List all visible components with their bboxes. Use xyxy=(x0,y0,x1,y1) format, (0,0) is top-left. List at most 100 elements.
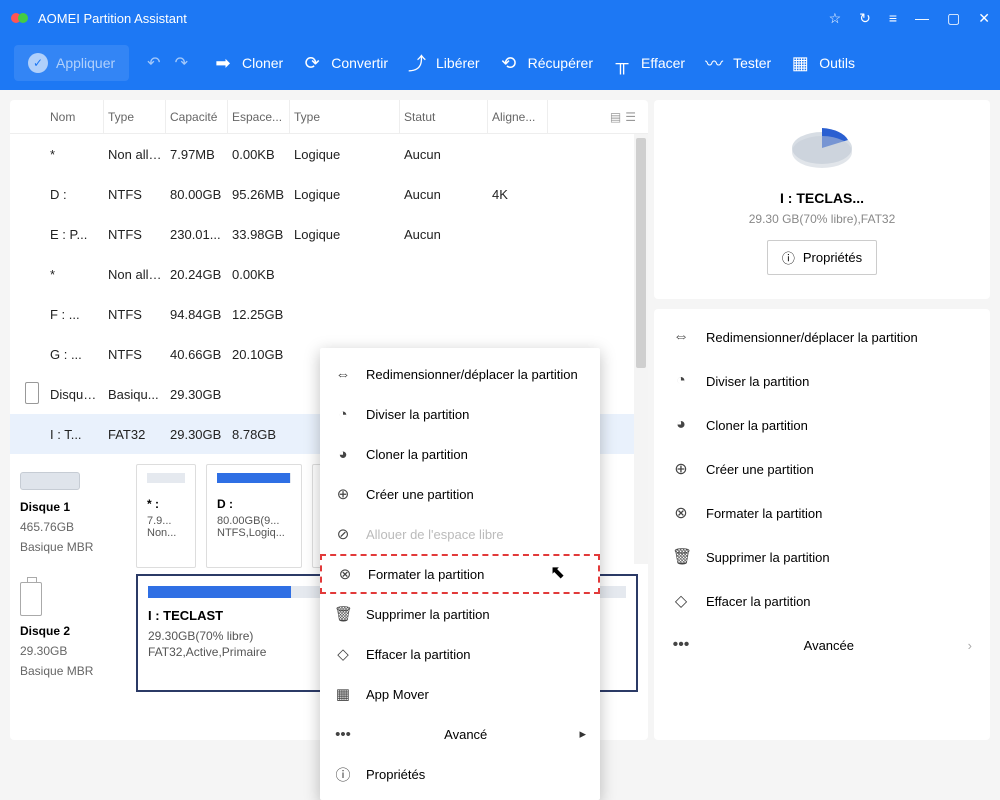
col-type[interactable]: Type xyxy=(104,100,166,133)
column-header: Nom Type Capacité Espace... Type Statut … xyxy=(10,100,648,134)
app-logo-icon xyxy=(10,8,30,28)
undo-icon[interactable]: ↶ xyxy=(147,53,160,73)
title-bar: AOMEI Partition Assistant ☆ ↻ ≡ — ▢ ✕ xyxy=(0,0,1000,36)
view-grid-icon[interactable]: ▤ xyxy=(610,110,621,124)
refresh-icon[interactable]: ↻ xyxy=(859,10,871,27)
main-panel: Nom Type Capacité Espace... Type Statut … xyxy=(10,100,648,740)
menu-item-icon: ⊗ xyxy=(336,565,354,583)
side-action-item[interactable]: •••Avancée› xyxy=(654,623,990,667)
test-icon: 〰 xyxy=(703,52,725,74)
menu-item-icon: ▦ xyxy=(334,685,352,703)
tool-outils[interactable]: ▦Outils xyxy=(789,52,855,74)
context-menu-item[interactable]: ◇Effacer la partition xyxy=(320,634,600,674)
side-panel: I : TECLAS... 29.30 GB(70% libre),FAT32 … xyxy=(654,100,990,740)
side-action-item[interactable]: ⊕Créer une partition xyxy=(654,447,990,491)
redo-icon[interactable]: ↷ xyxy=(175,53,188,73)
context-menu-item[interactable]: ◔Diviser la partition xyxy=(320,394,600,434)
action-icon: ◇ xyxy=(672,591,690,611)
properties-button[interactable]: ⓘPropriétés xyxy=(767,240,877,275)
free-icon: ⤴ xyxy=(406,52,428,74)
side-partition-sub: 29.30 GB(70% libre),FAT32 xyxy=(749,212,896,226)
recover-icon: ⟲ xyxy=(498,52,520,74)
scrollbar-thumb[interactable] xyxy=(636,138,646,368)
scrollbar-vertical[interactable] xyxy=(634,134,648,564)
context-menu-item[interactable]: 🗑Supprimer la partition xyxy=(320,594,600,634)
close-icon[interactable]: ✕ xyxy=(978,10,990,27)
window-title: AOMEI Partition Assistant xyxy=(38,11,829,26)
side-info-card: I : TECLAS... 29.30 GB(70% libre),FAT32 … xyxy=(654,100,990,299)
action-icon: ◕ xyxy=(672,416,690,434)
apply-label: Appliquer xyxy=(56,55,115,71)
action-icon: ⇔ xyxy=(672,328,690,346)
tool-recuperer[interactable]: ⟲Récupérer xyxy=(498,52,593,74)
context-menu-item[interactable]: ◕Cloner la partition xyxy=(320,434,600,474)
pie-chart-icon xyxy=(786,118,858,172)
context-menu-item[interactable]: ▦App Mover xyxy=(320,674,600,714)
context-menu-item: ⊘Allouer de l'espace libre xyxy=(320,514,600,554)
tool-liberer[interactable]: ⤴Libérer xyxy=(406,52,480,74)
menu-icon[interactable]: ≡ xyxy=(889,10,897,26)
col-type2[interactable]: Type xyxy=(290,100,400,133)
context-menu-item[interactable]: ⓘPropriétés xyxy=(320,754,600,794)
disk1-part[interactable]: D : 80.00GB(9... NTFS,Logiq... xyxy=(206,464,302,568)
disk1-part[interactable]: * : 7.9... Non... xyxy=(136,464,196,568)
erase-icon: ╥ xyxy=(611,52,633,74)
tool-tester[interactable]: 〰Tester xyxy=(703,52,771,74)
side-action-item[interactable]: ⊗Formater la partition xyxy=(654,491,990,535)
menu-item-icon: ⓘ xyxy=(334,764,352,785)
action-icon: ⊗ xyxy=(672,503,690,523)
maximize-icon[interactable]: ▢ xyxy=(947,10,960,27)
context-menu-item[interactable]: •••Avancé▸ xyxy=(320,714,600,754)
tool-convertir[interactable]: ⟳Convertir xyxy=(301,52,388,74)
table-row[interactable]: *Non allo...20.24GB0.00KB xyxy=(10,254,648,294)
col-capacite[interactable]: Capacité xyxy=(166,100,228,133)
tool-cloner[interactable]: ➡Cloner xyxy=(212,52,283,74)
disk1-header[interactable]: Disque 1 465.76GB Basique MBR xyxy=(20,464,126,568)
context-menu: ⇔Redimensionner/déplacer la partition◔Di… xyxy=(320,348,600,800)
chevron-right-icon: ▸ xyxy=(579,726,586,742)
side-actions-list: ⇔Redimensionner/déplacer la partition◔Di… xyxy=(654,309,990,740)
toolbar: ✓ Appliquer ↶ ↷ ➡Cloner ⟳Convertir ⤴Libé… xyxy=(0,36,1000,90)
side-action-item[interactable]: ⇔Redimensionner/déplacer la partition xyxy=(654,315,990,359)
disk2-header[interactable]: Disque 2 29.30GB Basique MBR xyxy=(20,574,126,692)
context-menu-item[interactable]: ⊕Créer une partition xyxy=(320,474,600,514)
menu-item-icon: 🗑 xyxy=(334,605,352,623)
table-row[interactable]: E : P...NTFS230.01...33.98GBLogiqueAucun xyxy=(10,214,648,254)
apply-button[interactable]: ✓ Appliquer xyxy=(14,45,129,81)
table-row[interactable]: *Non allo...7.97MB0.00KBLogiqueAucun xyxy=(10,134,648,174)
action-icon: 🗑 xyxy=(672,547,690,567)
menu-item-icon: ◇ xyxy=(334,645,352,663)
usb-icon xyxy=(20,582,42,616)
menu-item-icon: ⊕ xyxy=(334,485,352,503)
convert-icon: ⟳ xyxy=(301,52,323,74)
context-menu-item[interactable]: ⊗Formater la partition xyxy=(320,554,600,594)
side-action-item[interactable]: 🗑Supprimer la partition xyxy=(654,535,990,579)
menu-item-icon: ⇔ xyxy=(334,366,352,383)
action-icon: ◔ xyxy=(672,372,690,390)
star-icon[interactable]: ☆ xyxy=(829,10,842,27)
tool-effacer[interactable]: ╥Effacer xyxy=(611,52,685,74)
side-action-item[interactable]: ◕Cloner la partition xyxy=(654,403,990,447)
table-row[interactable]: D :NTFS80.00GB95.26MBLogiqueAucun4K xyxy=(10,174,648,214)
col-nom[interactable]: Nom xyxy=(46,100,104,133)
col-statut[interactable]: Statut xyxy=(400,100,488,133)
side-action-item[interactable]: ◇Effacer la partition xyxy=(654,579,990,623)
context-menu-item[interactable]: ⇔Redimensionner/déplacer la partition xyxy=(320,354,600,394)
menu-item-icon: ◕ xyxy=(334,446,352,463)
minimize-icon[interactable]: — xyxy=(915,10,929,26)
info-icon: ⓘ xyxy=(782,248,795,267)
check-icon: ✓ xyxy=(28,53,48,73)
side-partition-title: I : TECLAS... xyxy=(780,190,864,206)
tools-icon: ▦ xyxy=(789,52,811,74)
view-list-icon[interactable]: ☰ xyxy=(625,110,636,124)
side-action-item[interactable]: ◔Diviser la partition xyxy=(654,359,990,403)
action-icon: ⊕ xyxy=(672,459,690,479)
clone-icon: ➡ xyxy=(212,52,234,74)
menu-item-icon: ⊘ xyxy=(334,525,352,543)
col-aligne[interactable]: Aligne... xyxy=(488,100,548,133)
action-icon: ••• xyxy=(672,636,690,654)
table-row[interactable]: F : ...NTFS94.84GB12.25GB xyxy=(10,294,648,334)
col-espace[interactable]: Espace... xyxy=(228,100,290,133)
hdd-icon xyxy=(20,472,80,490)
menu-item-icon: ••• xyxy=(334,726,352,743)
